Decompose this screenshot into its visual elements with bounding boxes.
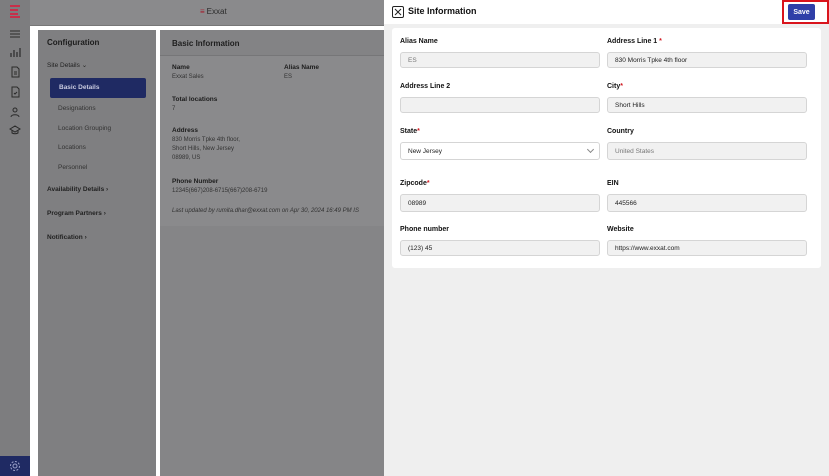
name-label: Name xyxy=(172,64,190,71)
state-label-text: State xyxy=(400,128,418,135)
close-button[interactable] xyxy=(392,6,404,18)
phone-value: 12345(667)208-6715(667)208-6719 xyxy=(172,188,268,194)
document-icon[interactable] xyxy=(9,66,21,78)
brand: ≡ Exxat xyxy=(200,7,227,16)
address-line2-label: Address Line 2 xyxy=(400,83,451,90)
name-value: Exxat Sales xyxy=(172,74,204,80)
required-marker: * xyxy=(659,38,662,45)
required-marker: * xyxy=(426,180,430,187)
zipcode-label: Zipcode* xyxy=(400,180,430,187)
brand-name: Exxat xyxy=(206,7,227,16)
graduation-cap-icon[interactable] xyxy=(9,124,21,136)
nav-notification-label: Notification xyxy=(47,234,83,241)
address-line-2: Short Hills, New Jersey xyxy=(172,146,235,152)
bar-chart-icon[interactable] xyxy=(9,46,21,58)
card-header: Basic Information xyxy=(160,30,384,56)
brand-mark-icon: ≡ xyxy=(200,7,205,16)
alias-value: ES xyxy=(284,74,293,80)
site-info-form: Alias Name ES Address Line 1 * 830 Morri… xyxy=(392,28,821,268)
country-field[interactable]: United States xyxy=(607,142,807,160)
drawer-header: Site Information Save xyxy=(384,0,829,24)
configuration-nav: Configuration Site Details ⌄ Basic Detai… xyxy=(38,30,156,476)
total-locations-label: Total locations xyxy=(172,96,218,103)
gear-icon xyxy=(10,461,20,471)
nav-item-location-grouping[interactable]: Location Grouping xyxy=(58,125,111,132)
ein-label: EIN xyxy=(607,180,619,187)
left-rail xyxy=(0,0,30,476)
phone-number-field[interactable]: (123) 45 xyxy=(400,240,600,256)
card-title: Basic Information xyxy=(172,39,240,48)
alias-name-label: Alias Name xyxy=(400,38,438,45)
address-line1-label-text: Address Line 1 xyxy=(607,38,658,45)
nav-item-basic-details[interactable]: Basic Details xyxy=(50,78,146,98)
ein-field[interactable]: 445566 xyxy=(607,194,807,212)
zipcode-field[interactable]: 08989 xyxy=(400,194,600,212)
total-locations-value: 7 xyxy=(172,106,176,112)
nav-site-details[interactable]: Site Details ⌄ xyxy=(47,61,87,69)
nav-availability-details[interactable]: Availability Details › xyxy=(47,186,108,193)
nav-site-details-label: Site Details xyxy=(47,62,80,69)
site-information-drawer: Site Information Save Alias Name ES Addr… xyxy=(384,0,829,476)
nav-availability-label: Availability Details xyxy=(47,186,105,193)
close-icon xyxy=(394,8,402,16)
required-marker: * xyxy=(417,128,420,135)
nav-heading: Configuration xyxy=(47,38,100,47)
chevron-right-icon: › xyxy=(103,210,106,217)
address-line1-label: Address Line 1 * xyxy=(607,38,662,45)
nav-program-partners-label: Program Partners xyxy=(47,210,102,217)
nav-item-designations[interactable]: Designations xyxy=(58,105,96,112)
state-select[interactable]: New Jersey xyxy=(400,142,600,160)
required-marker: * xyxy=(620,83,623,90)
address-line-3: 08989, US xyxy=(172,155,201,161)
zipcode-label-text: Zipcode xyxy=(400,180,427,187)
menu-icon[interactable] xyxy=(9,28,21,40)
nav-program-partners[interactable]: Program Partners › xyxy=(47,210,106,217)
state-select-value: New Jersey xyxy=(408,148,442,155)
app-root: ≡ Exxat Configuration Site Details ⌄ Basi… xyxy=(0,0,829,476)
state-label: State* xyxy=(400,128,420,135)
top-bar: ≡ Exxat xyxy=(30,0,384,26)
last-updated-text: Last updated by rumita.dhar@exxat.com on… xyxy=(172,208,359,214)
chevron-down-icon: ⌄ xyxy=(81,62,88,69)
city-field[interactable]: Short Hills xyxy=(607,97,807,113)
alias-label: Alias Name xyxy=(284,64,320,71)
nav-item-personnel[interactable]: Personnel xyxy=(58,164,87,171)
country-label: Country xyxy=(607,128,634,135)
basic-info-card: Basic Information Name Exxat Sales Alias… xyxy=(160,30,384,476)
city-label: City* xyxy=(607,83,623,90)
website-label: Website xyxy=(607,226,634,233)
nav-item-label: Basic Details xyxy=(59,84,100,91)
chevron-right-icon: › xyxy=(106,186,109,193)
exxat-logo-icon[interactable] xyxy=(8,4,22,18)
address-line1-field[interactable]: 830 Morris Tpke 4th floor xyxy=(607,52,807,68)
city-label-text: City xyxy=(607,83,621,90)
chevron-down-icon xyxy=(586,145,595,154)
settings-button[interactable] xyxy=(0,456,30,476)
website-field[interactable]: https://www.exxat.com xyxy=(607,240,807,256)
nav-item-locations[interactable]: Locations xyxy=(58,144,86,151)
phone-number-label: Phone number xyxy=(400,226,450,233)
chevron-right-icon: › xyxy=(84,234,87,241)
nav-notification[interactable]: Notification › xyxy=(47,234,87,241)
save-button[interactable]: Save xyxy=(788,4,815,20)
phone-label: Phone Number xyxy=(172,178,219,185)
address-line-1: 830 Morris Tpke 4th floor, xyxy=(172,137,240,143)
users-icon[interactable] xyxy=(9,106,21,118)
address-line2-field[interactable] xyxy=(400,97,600,113)
file-icon[interactable] xyxy=(9,86,21,98)
drawer-title: Site Information xyxy=(408,6,477,16)
alias-name-field[interactable]: ES xyxy=(400,52,600,68)
address-label: Address xyxy=(172,127,199,134)
content-empty-area xyxy=(160,226,384,476)
